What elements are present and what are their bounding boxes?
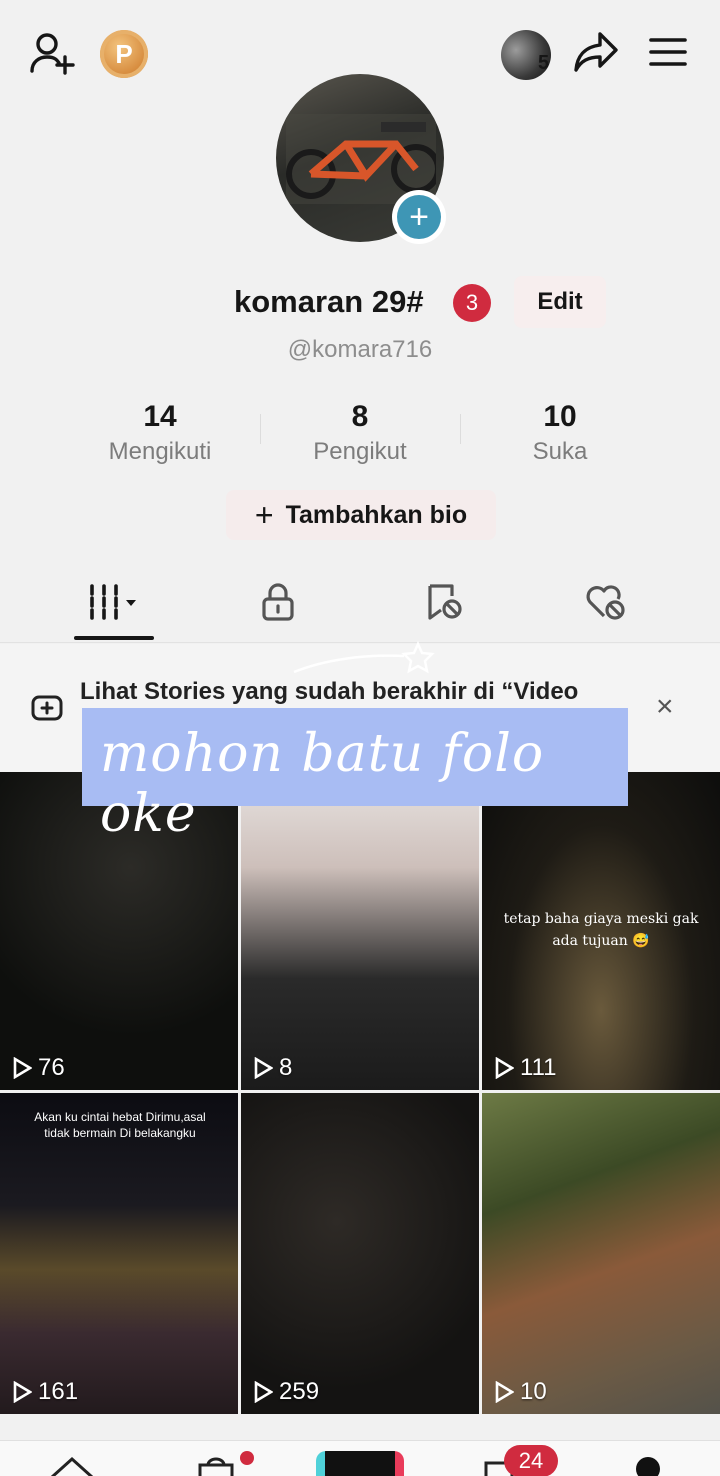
shop-dot xyxy=(240,1451,254,1465)
hamburger-menu-icon xyxy=(649,38,687,66)
tab-saved[interactable] xyxy=(364,572,524,632)
play-icon xyxy=(254,1381,273,1403)
profile-name: komaran 29# xyxy=(234,284,424,319)
video-thumbnail[interactable]: Akan ku cintai hebat Dirimu,asal tidak b… xyxy=(0,1093,238,1414)
stat-value: 10 xyxy=(543,400,577,433)
plus-icon: + xyxy=(397,195,441,239)
inbox-badge: 24 xyxy=(504,1445,558,1476)
close-banner-button[interactable]: × xyxy=(656,690,674,724)
view-count: 161 xyxy=(12,1378,78,1406)
stat-label: Mengikuti xyxy=(108,438,212,465)
tab-videos[interactable] xyxy=(34,572,194,632)
play-icon xyxy=(495,1057,514,1079)
add-bio-label: Tambahkan bio xyxy=(285,500,468,529)
lock-icon xyxy=(262,583,294,621)
overlay-caption: mohon batu folo oke xyxy=(82,708,628,844)
play-icon xyxy=(13,1381,32,1403)
shop-icon[interactable] xyxy=(196,1457,236,1476)
stories-banner-text: Lihat Stories yang sudah berakhir di “Vi… xyxy=(80,678,579,705)
create-button[interactable] xyxy=(316,1451,404,1476)
liked-heart-icon xyxy=(586,585,625,620)
video-grid-icon xyxy=(90,584,136,620)
saved-bookmark-icon xyxy=(428,584,462,620)
stat-value: 14 xyxy=(143,400,177,433)
plus-icon: + xyxy=(254,496,274,533)
share-button[interactable] xyxy=(570,28,622,76)
stat-label: Pengikut xyxy=(313,438,407,465)
coin-icon[interactable]: P xyxy=(100,30,148,78)
notification-badge: 3 xyxy=(453,284,491,322)
view-count-text: 161 xyxy=(38,1378,79,1405)
play-icon xyxy=(254,1057,273,1079)
stat-label: Suka xyxy=(532,438,588,465)
view-count-text: 259 xyxy=(279,1378,320,1405)
tab-private[interactable] xyxy=(198,572,358,632)
stat-followers[interactable]: 8 Pengikut xyxy=(260,400,460,466)
overlay-caption-text: mohon batu folo oke xyxy=(100,724,545,844)
view-count-text: 76 xyxy=(38,1054,65,1081)
view-count-text: 111 xyxy=(520,1054,557,1081)
play-icon xyxy=(13,1057,32,1079)
profile-nav-dot[interactable] xyxy=(636,1457,660,1476)
view-count: 10 xyxy=(494,1378,547,1406)
stories-count: 5 xyxy=(538,52,550,74)
stat-following[interactable]: 14 Mengikuti xyxy=(60,400,260,466)
share-arrow-icon xyxy=(574,32,618,72)
stat-likes[interactable]: 10 Suka xyxy=(460,400,660,466)
story-add-icon xyxy=(31,695,63,721)
add-friend-button[interactable] xyxy=(26,28,78,80)
video-grid: 76 8 tetap baha giaya meski gak ada tuju… xyxy=(0,772,720,1414)
sparkle-decoration xyxy=(293,640,435,674)
add-bio-button[interactable]: + Tambahkan bio xyxy=(226,490,496,540)
view-count: 76 xyxy=(12,1054,65,1082)
active-tab-indicator xyxy=(74,636,154,640)
video-thumbnail[interactable]: 259 xyxy=(241,1093,479,1414)
profile-handle: @komara716 xyxy=(287,336,433,363)
bottom-navigation: 24 xyxy=(0,1440,720,1476)
home-icon[interactable] xyxy=(48,1455,96,1476)
add-story-button[interactable]: + xyxy=(392,190,446,244)
video-caption: tetap baha giaya meski gak ada tujuan 😅 xyxy=(503,911,699,949)
tab-liked[interactable] xyxy=(526,572,686,632)
edit-profile-button[interactable]: Edit xyxy=(514,276,606,328)
coin-label: P xyxy=(115,38,133,69)
stories-avatar-button[interactable]: 5 xyxy=(496,30,556,80)
view-count: 8 xyxy=(253,1054,292,1082)
view-count: 259 xyxy=(253,1378,319,1406)
person-plus-icon xyxy=(30,33,75,75)
view-count: 111 xyxy=(494,1054,556,1082)
menu-button[interactable] xyxy=(644,32,692,72)
view-count-text: 10 xyxy=(520,1378,547,1405)
video-caption: Akan ku cintai hebat Dirimu,asal tidak b… xyxy=(34,1110,206,1140)
play-icon xyxy=(495,1381,514,1403)
stat-value: 8 xyxy=(351,400,369,433)
video-thumbnail[interactable]: 10 xyxy=(482,1093,720,1414)
view-count-text: 8 xyxy=(279,1054,293,1081)
